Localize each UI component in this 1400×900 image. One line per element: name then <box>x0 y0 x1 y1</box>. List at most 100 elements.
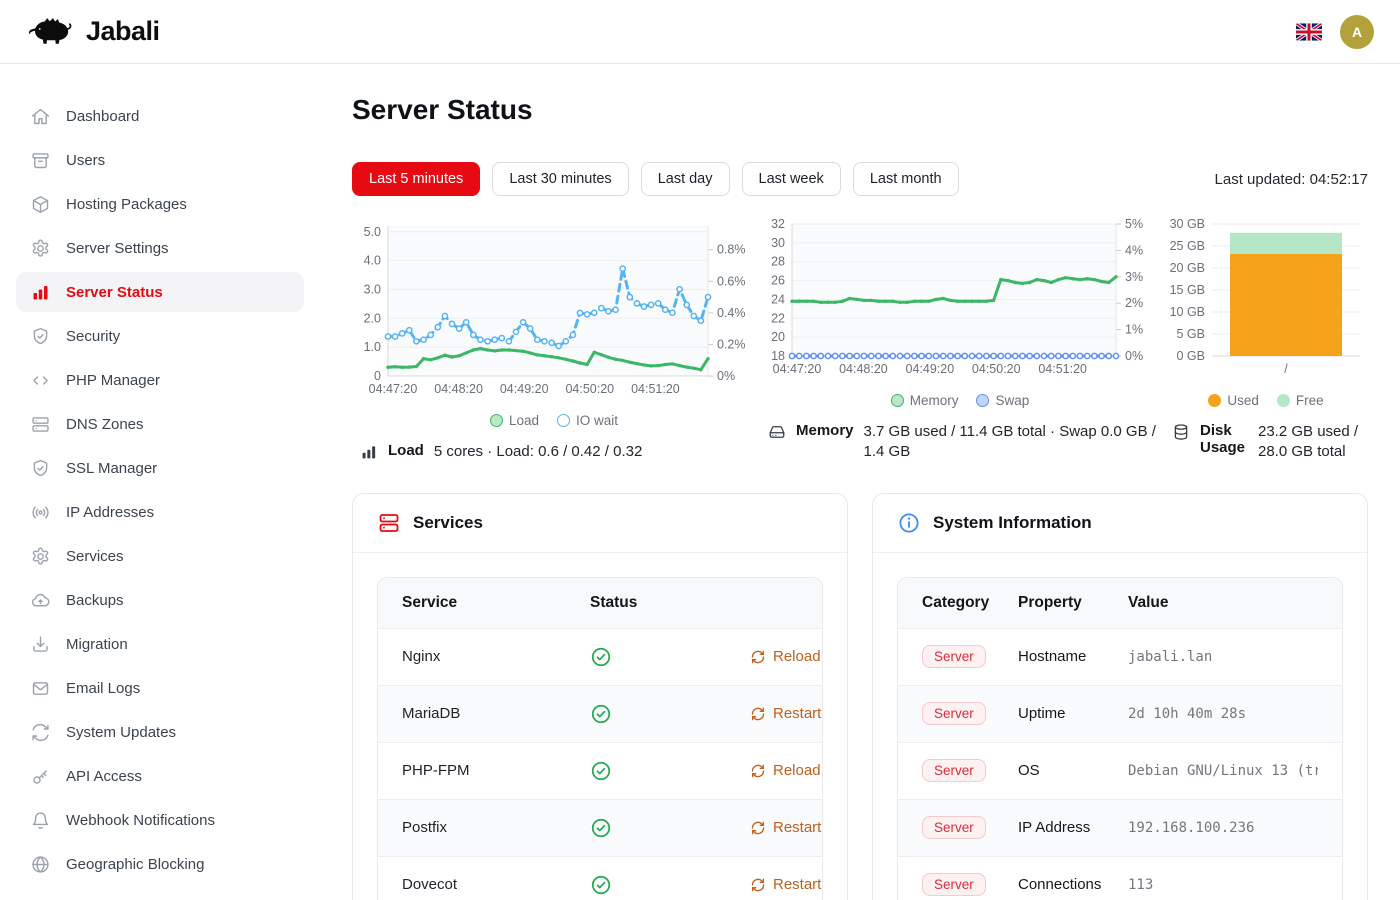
svg-text:04:48:20: 04:48:20 <box>434 382 483 396</box>
server-stack-icon <box>30 414 51 435</box>
refresh-icon <box>750 706 766 722</box>
sidebar-item-hosting-packages[interactable]: Hosting Packages <box>16 184 304 224</box>
service-row-nginx: Nginx Reload <box>378 628 822 685</box>
filter-last-month[interactable]: Last month <box>853 162 959 196</box>
filter-last-30-minutes[interactable]: Last 30 minutes <box>492 162 628 196</box>
property-value: 2d 10h 40m 28s <box>1128 706 1318 722</box>
svg-text:4%: 4% <box>1125 243 1143 257</box>
app-header: Jabali A <box>0 0 1400 64</box>
sidebar-item-services[interactable]: Services <box>16 536 304 576</box>
svg-text:2.0: 2.0 <box>364 311 381 325</box>
svg-text:04:49:20: 04:49:20 <box>500 382 549 396</box>
restart-button[interactable]: Restart <box>750 876 821 893</box>
system-info-card: System Information Category Property Val… <box>872 493 1368 900</box>
restart-button[interactable]: Restart <box>750 819 821 836</box>
category-badge: Server <box>922 645 986 668</box>
restart-button[interactable]: Restart <box>750 705 821 722</box>
svg-text:0%: 0% <box>717 369 735 383</box>
sidebar-item-users[interactable]: Users <box>16 140 304 180</box>
service-name: PHP-FPM <box>402 762 590 779</box>
shield-check-icon <box>30 458 51 479</box>
memory-chart-column: 18202224262830320%1%2%3%4%5%04:47:2004:4… <box>760 216 1160 463</box>
refresh-icon <box>30 722 51 743</box>
disk-cylinder-icon <box>1172 422 1190 441</box>
sidebar-item-migration[interactable]: Migration <box>16 624 304 664</box>
svg-text:20 GB: 20 GB <box>1170 261 1205 275</box>
svg-text:26: 26 <box>771 274 785 288</box>
shield-check-icon <box>30 326 51 347</box>
legend-dot <box>1208 394 1221 407</box>
sidebar-item-api-access[interactable]: API Access <box>16 756 304 796</box>
svg-text:30: 30 <box>771 236 785 250</box>
main-content: Server Status Last 5 minutesLast 30 minu… <box>320 64 1400 900</box>
service-row-postfix: Postfix Restart <box>378 799 822 856</box>
refresh-icon <box>750 820 766 836</box>
filter-last-week[interactable]: Last week <box>742 162 841 196</box>
sidebar-item-label: Services <box>66 548 124 565</box>
disk-stat-label: Disk Usage <box>1200 422 1248 456</box>
legend-used[interactable]: Used <box>1208 393 1259 408</box>
brand[interactable]: Jabali <box>26 13 160 50</box>
language-flag-button[interactable] <box>1296 23 1322 41</box>
services-card: Services Service StatusNginx ReloadMaria… <box>352 493 848 900</box>
svg-text:/: / <box>1284 362 1288 376</box>
sidebar-item-label: Server Settings <box>66 240 169 257</box>
memory-stat-text: 3.7 GB used / 11.4 GB total · Swap 0.0 G… <box>864 422 1160 463</box>
category-badge: Server <box>922 816 986 839</box>
sidebar-item-email-logs[interactable]: Email Logs <box>16 668 304 708</box>
sidebar-item-ip-addresses[interactable]: IP Addresses <box>16 492 304 532</box>
system-info-card-body: Category Property ValueServer Hostname j… <box>873 553 1367 900</box>
filter-last-5-minutes[interactable]: Last 5 minutes <box>352 162 480 196</box>
svg-text:04:47:20: 04:47:20 <box>773 362 822 376</box>
code-icon <box>30 370 51 391</box>
reload-button[interactable]: Reload <box>750 648 821 665</box>
sidebar-item-dns-zones[interactable]: DNS Zones <box>16 404 304 444</box>
svg-text:04:50:20: 04:50:20 <box>972 362 1021 376</box>
memory-drive-icon <box>768 422 786 441</box>
cards-row: Services Service StatusNginx ReloadMaria… <box>352 493 1368 900</box>
mail-icon <box>30 678 51 699</box>
property-value: 113 <box>1128 877 1318 893</box>
sidebar-item-ssl-manager[interactable]: SSL Manager <box>16 448 304 488</box>
sidebar-item-label: Hosting Packages <box>66 196 187 213</box>
disk-stat-text: 23.2 GB used / 28.0 GB total <box>1258 422 1368 463</box>
system-info-row-os: Server OS Debian GNU/Linux 13 (trixie) <box>898 742 1342 799</box>
sidebar-item-dashboard[interactable]: Dashboard <box>16 96 304 136</box>
legend-free[interactable]: Free <box>1277 393 1324 408</box>
system-info-row-hostname: Server Hostname jabali.lan <box>898 628 1342 685</box>
sidebar-item-backups[interactable]: Backups <box>16 580 304 620</box>
sidebar-item-geographic-blocking[interactable]: Geographic Blocking <box>16 844 304 884</box>
sidebar-item-server-status[interactable]: Server Status <box>16 272 304 312</box>
legend-io-wait[interactable]: IO wait <box>557 413 618 428</box>
sidebar-item-security[interactable]: Security <box>16 316 304 356</box>
legend-load[interactable]: Load <box>490 413 539 428</box>
svg-text:15 GB: 15 GB <box>1170 283 1205 297</box>
svg-text:5 GB: 5 GB <box>1177 327 1206 341</box>
sidebar-item-label: Migration <box>66 636 128 653</box>
sidebar-item-label: Webhook Notifications <box>66 812 215 829</box>
filter-last-day[interactable]: Last day <box>641 162 730 196</box>
sidebar-item-label: Email Logs <box>66 680 140 697</box>
property-name: IP Address <box>1018 819 1128 836</box>
disk-chart-legend: Used Free <box>1164 393 1368 408</box>
user-avatar[interactable]: A <box>1340 15 1374 49</box>
legend-swap[interactable]: Swap <box>976 393 1029 408</box>
sidebar-item-label: PHP Manager <box>66 372 160 389</box>
reload-button[interactable]: Reload <box>750 762 821 779</box>
info-icon <box>897 511 921 535</box>
service-name: Nginx <box>402 648 590 665</box>
svg-text:1%: 1% <box>1125 323 1143 337</box>
property-name: OS <box>1018 762 1128 779</box>
system-info-table-header: Category Property Value <box>898 578 1342 628</box>
sidebar-item-label: IP Addresses <box>66 504 154 521</box>
legend-memory[interactable]: Memory <box>891 393 959 408</box>
category-badge: Server <box>922 702 986 725</box>
download-icon <box>30 634 51 655</box>
sidebar-item-php-manager[interactable]: PHP Manager <box>16 360 304 400</box>
sidebar-item-webhook-notifications[interactable]: Webhook Notifications <box>16 800 304 840</box>
svg-text:3%: 3% <box>1125 270 1143 284</box>
cloud-upload-icon <box>30 590 51 611</box>
sidebar-item-system-updates[interactable]: System Updates <box>16 712 304 752</box>
sidebar-item-server-settings[interactable]: Server Settings <box>16 228 304 268</box>
disk-stat-row: Disk Usage 23.2 GB used / 28.0 GB total <box>1164 422 1368 463</box>
